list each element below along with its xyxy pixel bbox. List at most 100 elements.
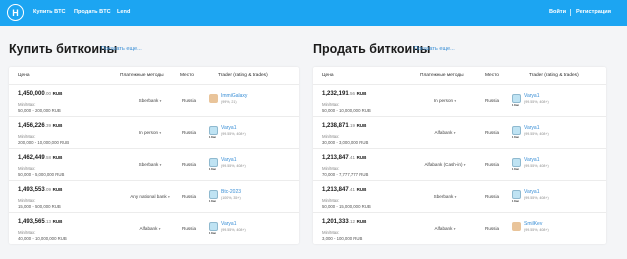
payment-method[interactable]: In person ▾ xyxy=(139,130,161,135)
col-payment-methods: Платежные методы xyxy=(120,73,164,78)
login-link[interactable]: Войти xyxy=(549,9,566,15)
sell-offers-table: Цена Платежные методы Место Trader (rati… xyxy=(313,67,606,244)
minmax-label: Min/Max: xyxy=(18,230,36,235)
table-row[interactable]: 1,450,000.00 RUB Min/Max: 50,000 - 200,000… xyxy=(9,84,299,116)
chevron-down-icon: ▾ xyxy=(159,163,162,167)
trader-stats: (99.55%, 408+) xyxy=(221,228,246,232)
chevron-down-icon: ▾ xyxy=(453,227,456,231)
logo-icon[interactable]: H xyxy=(7,4,24,21)
nav-sell-btc[interactable]: Продать BTC xyxy=(74,9,111,15)
location: Russia xyxy=(485,226,500,231)
trader-name-link[interactable]: SmilKev xyxy=(524,221,542,227)
avatar[interactable] xyxy=(209,94,218,103)
payment-method[interactable]: Alfabank ▾ xyxy=(435,130,456,135)
payment-method-label: Sberbank xyxy=(138,162,159,167)
payment-method-label: Alfabank xyxy=(434,130,453,135)
price-main: 1,493,565 xyxy=(18,219,45,225)
avatar[interactable]: 1 Kan xyxy=(209,158,218,171)
table-row[interactable]: 1,213,847.41 RUB Min/Max: 50,000 - 15,000,… xyxy=(313,180,606,212)
payment-method[interactable]: Alfabank ▾ xyxy=(435,226,456,231)
col-price: Цена xyxy=(18,73,30,78)
limit-range: 50,000 - 200,000 RUB xyxy=(18,108,61,113)
payment-method[interactable]: In person ▾ xyxy=(434,98,456,103)
table-row[interactable]: 1,238,871.19 RUB Min/Max: 30,000 - 3,000,0… xyxy=(313,116,606,148)
table-row[interactable]: 1,201,333.12 RUB Min/Max: 3,000 - 100,000 … xyxy=(313,212,606,244)
buy-offers-table: Цена Платежные методы Место Trader (rati… xyxy=(9,67,299,244)
payment-method-label: Alfabank xyxy=(139,226,158,231)
location: Russia xyxy=(182,130,197,135)
trader-name-link[interactable]: Varya1 xyxy=(524,125,539,131)
location: Russia xyxy=(182,162,197,167)
col-trader: Trader (rating & trades) xyxy=(218,73,268,78)
trader-stats: (99.55%, 408+) xyxy=(524,228,549,232)
minmax-label: Min/Max: xyxy=(18,166,36,171)
avatar[interactable]: 1 Kan xyxy=(512,190,521,203)
payment-method[interactable]: Any national bank ▾ xyxy=(130,194,170,199)
chevron-down-icon: ▾ xyxy=(453,131,456,135)
avatar[interactable]: 1 Kan xyxy=(209,126,218,139)
avatar[interactable]: 1 Kan xyxy=(209,222,218,235)
minmax-label: Min/Max: xyxy=(18,102,36,107)
trader-name-link[interactable]: Varya1 xyxy=(221,157,236,163)
sell-show-more-link[interactable]: Показать еще... xyxy=(414,46,455,52)
payment-method[interactable]: Alfabank ▾ xyxy=(140,226,161,231)
buy-show-more-link[interactable]: Показать еще... xyxy=(101,46,142,52)
trader-name-link[interactable]: ImmiGalaxy xyxy=(221,93,247,99)
limit-range: 200,000 - 10,000,000 RUB xyxy=(18,140,70,145)
limit-range: 40,000 - 10,000,000 RUB xyxy=(18,236,67,241)
nav-buy-btc[interactable]: Купить BTC xyxy=(33,9,66,15)
price-main: 1,201,333 xyxy=(322,219,349,225)
trader-name-link[interactable]: Varya1 xyxy=(524,189,539,195)
avatar[interactable]: 1 Kan xyxy=(512,158,521,171)
trader-name-link[interactable]: Varya1 xyxy=(221,125,236,131)
top-nav-bar: H Купить BTC Продать BTC Lend Войти Реги… xyxy=(0,0,627,26)
table-row[interactable]: 1,493,553.09 RUB Min/Max: 15,000 - 500,000… xyxy=(9,180,299,212)
table-row[interactable]: 1,213,847.41 RUB Min/Max: 70,000 - 7,777,7… xyxy=(313,148,606,180)
trader-name-link[interactable]: Varya1 xyxy=(524,157,539,163)
col-payment-methods: Платежные методы xyxy=(420,73,464,78)
price: 1,493,553.09 RUB xyxy=(18,187,62,193)
avatar[interactable]: 1 Kan xyxy=(209,190,218,203)
trader-badge: 1 Kan xyxy=(512,200,520,203)
location: Russia xyxy=(485,194,500,199)
price: 1,450,000.00 RUB xyxy=(18,91,62,97)
price-decimals: .41 xyxy=(348,187,355,192)
trader-stats: (100%, 35+) xyxy=(221,196,241,200)
minmax-label: Min/Max: xyxy=(322,166,340,171)
nav-lend[interactable]: Lend xyxy=(117,9,130,15)
price-main: 1,238,871 xyxy=(322,123,349,129)
minmax-label: Min/Max: xyxy=(18,134,36,139)
table-row[interactable]: 1,462,449.58 RUB Min/Max: 50,000 - 5,000,0… xyxy=(9,148,299,180)
payment-method-label: In person xyxy=(433,98,454,103)
avatar[interactable]: 1 Kan xyxy=(512,94,521,107)
trader-name-link[interactable]: Btc-2023 xyxy=(221,189,241,195)
trader-name-link[interactable]: Varya1 xyxy=(524,93,539,99)
payment-method[interactable]: Sberbank ▾ xyxy=(434,194,457,199)
table-row[interactable]: 1,232,191.56 RUB Min/Max: 50,000 - 10,000,… xyxy=(313,84,606,116)
minmax-label: Min/Max: xyxy=(322,102,340,107)
limit-range: 15,000 - 500,000 RUB xyxy=(18,204,61,209)
avatar[interactable]: 1 Kan xyxy=(512,126,521,139)
price-main: 1,493,553 xyxy=(18,187,45,193)
price-main: 1,450,000 xyxy=(18,91,45,97)
nav-divider xyxy=(570,9,571,16)
location: Russia xyxy=(182,226,197,231)
chevron-down-icon: ▾ xyxy=(159,131,162,135)
location: Russia xyxy=(485,162,500,167)
logo-glyph: H xyxy=(12,7,19,18)
limit-range: 50,000 - 10,000,000 RUB xyxy=(322,108,371,113)
register-link[interactable]: Регистрация xyxy=(576,9,611,15)
location: Russia xyxy=(182,194,197,199)
location: Russia xyxy=(182,98,197,103)
chevron-down-icon: ▾ xyxy=(159,99,162,103)
payment-method[interactable]: Sberbank ▾ xyxy=(139,162,162,167)
payment-method[interactable]: Alfabank (Cash-in) ▾ xyxy=(424,162,465,167)
trader-badge: 1 Kan xyxy=(512,104,520,107)
payment-method[interactable]: Sberbank ▾ xyxy=(139,98,162,103)
price: 1,213,847.41 RUB xyxy=(322,155,366,161)
trader-name-link[interactable]: Varya1 xyxy=(221,221,236,227)
table-row[interactable]: 1,493,565.13 RUB Min/Max: 40,000 - 10,000,… xyxy=(9,212,299,244)
table-row[interactable]: 1,456,226.39 RUB Min/Max: 200,000 - 10,000… xyxy=(9,116,299,148)
avatar[interactable] xyxy=(512,222,521,231)
price-decimals: .13 xyxy=(44,219,51,224)
